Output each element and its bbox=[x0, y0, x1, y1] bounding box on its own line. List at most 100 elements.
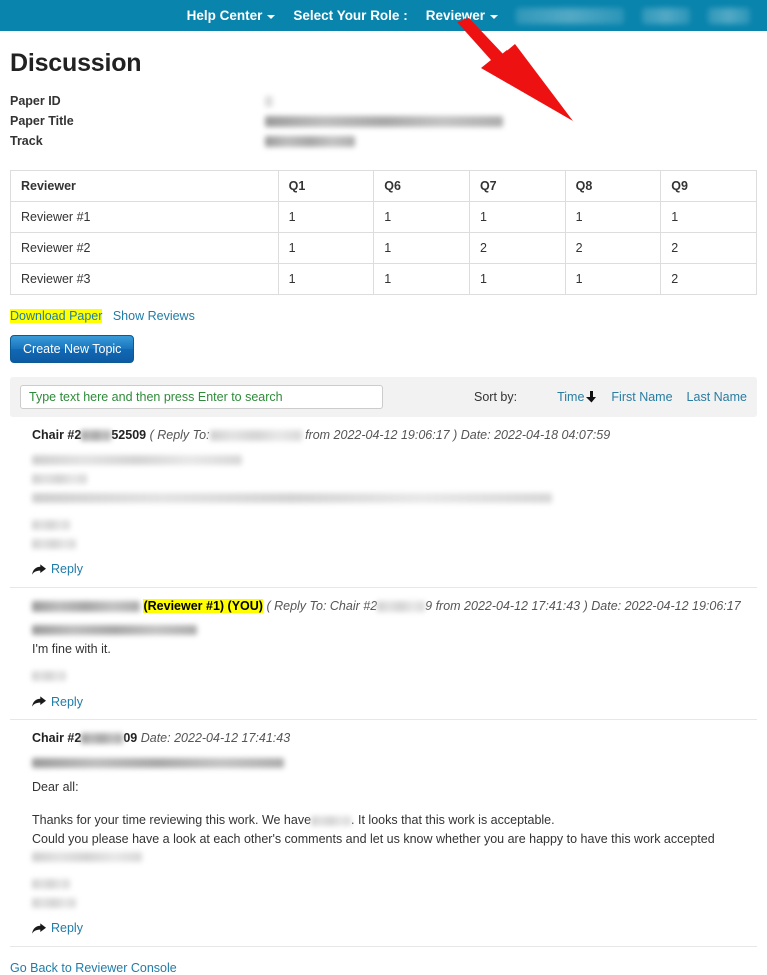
sort-by-label: Sort by: bbox=[474, 390, 518, 404]
redacted-signature-line bbox=[32, 671, 66, 682]
redacted-signature-line bbox=[32, 538, 76, 549]
cell-score: 1 bbox=[564, 263, 662, 295]
table-header-row: Reviewer Q1 Q6 Q7 Q8 Q9 bbox=[10, 170, 757, 202]
cell-reviewer-name: Reviewer #1 bbox=[10, 201, 279, 233]
sort-option-time[interactable]: Time bbox=[557, 390, 597, 404]
cell-score: 1 bbox=[468, 263, 566, 295]
show-reviews-link[interactable]: Show Reviews bbox=[113, 309, 195, 323]
redacted-signature-line bbox=[32, 519, 70, 530]
comment-signature bbox=[32, 875, 757, 911]
cell-score: 1 bbox=[373, 263, 470, 295]
redacted-subject-line bbox=[32, 757, 284, 768]
redacted-author-id bbox=[81, 733, 124, 745]
comment-body bbox=[32, 451, 757, 552]
redacted-body-line bbox=[32, 492, 552, 503]
cell-score: 1 bbox=[373, 201, 470, 233]
cell-score: 2 bbox=[564, 232, 662, 264]
page-title: Discussion bbox=[10, 49, 142, 77]
cell-score: 2 bbox=[660, 232, 757, 264]
reply-arrow-icon bbox=[32, 696, 46, 707]
comment-signature bbox=[32, 516, 757, 552]
comment-signature bbox=[32, 668, 757, 685]
redacted-paper-title bbox=[265, 116, 503, 128]
reply-link[interactable]: Reply bbox=[32, 562, 83, 576]
redacted-subject-line bbox=[32, 625, 197, 636]
reply-link[interactable]: Reply bbox=[32, 921, 83, 935]
redacted-inline-text bbox=[32, 851, 142, 862]
comment-body-line: Dear all: bbox=[32, 780, 79, 794]
cell-score: 1 bbox=[373, 232, 470, 264]
comment-reply-to-from: from 2022-04-12 19:06:17 ) bbox=[305, 428, 458, 442]
comment-header: Chair #2 52509 ( Reply To: from 2022-04-1… bbox=[32, 427, 757, 443]
nav-redacted-item-2[interactable] bbox=[642, 7, 690, 24]
cell-score: 1 bbox=[564, 201, 662, 233]
comment-signature-line bbox=[32, 668, 757, 685]
cell-score: 1 bbox=[277, 263, 375, 295]
comment-body: Dear all: Thanks for your time reviewing… bbox=[32, 754, 757, 911]
comment-item: Chair #2 09 Date: 2022-04-12 17:41:43 Dea… bbox=[10, 720, 757, 947]
nav-redacted-item-3[interactable] bbox=[708, 7, 750, 24]
download-paper-link[interactable]: Download Paper bbox=[10, 309, 103, 323]
comment-item: (Reviewer #1) (YOU) ( Reply To: Chair #2… bbox=[10, 588, 757, 720]
comment-body-line bbox=[32, 451, 757, 468]
create-new-topic-button[interactable]: Create New Topic bbox=[10, 335, 135, 363]
comment-subject-line bbox=[32, 622, 757, 639]
sort-option-first-name[interactable]: First Name bbox=[611, 390, 672, 404]
meta-value-track bbox=[265, 134, 757, 150]
reply-link-label: Reply bbox=[51, 562, 83, 576]
nav-help-center[interactable]: Help Center bbox=[187, 8, 276, 23]
column-header-q6: Q6 bbox=[373, 170, 470, 202]
sort-controls: Sort by: Time First Name Last Name bbox=[474, 390, 747, 404]
top-navigation-bar: Help Center Select Your Role : Reviewer bbox=[0, 0, 767, 31]
sort-option-last-name[interactable]: Last Name bbox=[687, 390, 747, 404]
redacted-reply-to-id bbox=[377, 600, 426, 612]
comment-header: (Reviewer #1) (YOU) ( Reply To: Chair #2… bbox=[32, 598, 757, 614]
cell-score: 1 bbox=[277, 201, 375, 233]
comment-body: I'm fine with it. bbox=[32, 622, 757, 685]
comment-signature-line bbox=[32, 535, 757, 552]
reply-link-label: Reply bbox=[51, 694, 83, 709]
chevron-down-icon bbox=[490, 14, 498, 19]
cell-score: 1 bbox=[468, 201, 566, 233]
redacted-track bbox=[265, 136, 355, 148]
nav-role-value: Reviewer bbox=[425, 8, 485, 23]
comment-reply-to-prefix: ( Reply To: bbox=[149, 428, 210, 442]
comment-author: Chair #2 bbox=[32, 428, 82, 442]
page-content: Discussion Paper ID Paper Title Track Re… bbox=[0, 49, 767, 975]
comment-reply-to-prefix: ( Reply To: Chair #2 bbox=[266, 598, 378, 613]
comment-header: Chair #2 09 Date: 2022-04-12 17:41:43 bbox=[32, 730, 757, 746]
go-back-to-reviewer-console-link[interactable]: Go Back to Reviewer Console bbox=[10, 961, 757, 975]
redacted-inline-text bbox=[311, 815, 352, 826]
redacted-reply-to-name bbox=[209, 430, 302, 442]
nav-select-role-label: Select Your Role : bbox=[293, 8, 408, 23]
comment-body-line: Thanks for your time reviewing this work… bbox=[32, 812, 757, 829]
sort-option-time-label: Time bbox=[557, 390, 585, 404]
comment-signature-line bbox=[32, 516, 757, 533]
meta-label-track: Track bbox=[10, 134, 43, 148]
redacted-signature-line bbox=[32, 878, 70, 889]
redacted-signature-line bbox=[32, 897, 76, 908]
column-header-q1: Q1 bbox=[277, 170, 375, 202]
meta-label-paper-id: Paper ID bbox=[10, 94, 61, 108]
nav-help-center-label: Help Center bbox=[186, 8, 263, 23]
action-links-row: Download Paper Show Reviews bbox=[10, 309, 757, 323]
comment-body-text: Could you please have a look at each oth… bbox=[32, 832, 715, 846]
redacted-comment-author bbox=[32, 600, 140, 612]
arrow-down-icon bbox=[586, 391, 597, 403]
column-header-q8: Q8 bbox=[564, 170, 662, 202]
comment-body-line bbox=[32, 489, 757, 506]
reply-arrow-icon bbox=[32, 922, 46, 934]
cell-reviewer-name: Reviewer #3 bbox=[10, 263, 279, 295]
search-input[interactable] bbox=[20, 385, 383, 409]
cell-score: 1 bbox=[660, 201, 757, 233]
nav-redacted-item-1[interactable] bbox=[516, 7, 624, 24]
table-row: Reviewer #3 1 1 1 1 2 bbox=[10, 263, 757, 295]
nav-role-selector[interactable]: Reviewer bbox=[426, 8, 498, 23]
comment-body-text: Thanks for your time reviewing this work… bbox=[32, 813, 312, 827]
chevron-down-icon bbox=[267, 14, 276, 19]
comment-author-suffix: 52509 bbox=[111, 428, 147, 442]
table-row: Reviewer #2 1 1 2 2 2 bbox=[10, 232, 757, 264]
redacted-body-line bbox=[32, 473, 87, 484]
redacted-body-line bbox=[32, 454, 242, 465]
reply-link[interactable]: Reply bbox=[32, 695, 83, 709]
